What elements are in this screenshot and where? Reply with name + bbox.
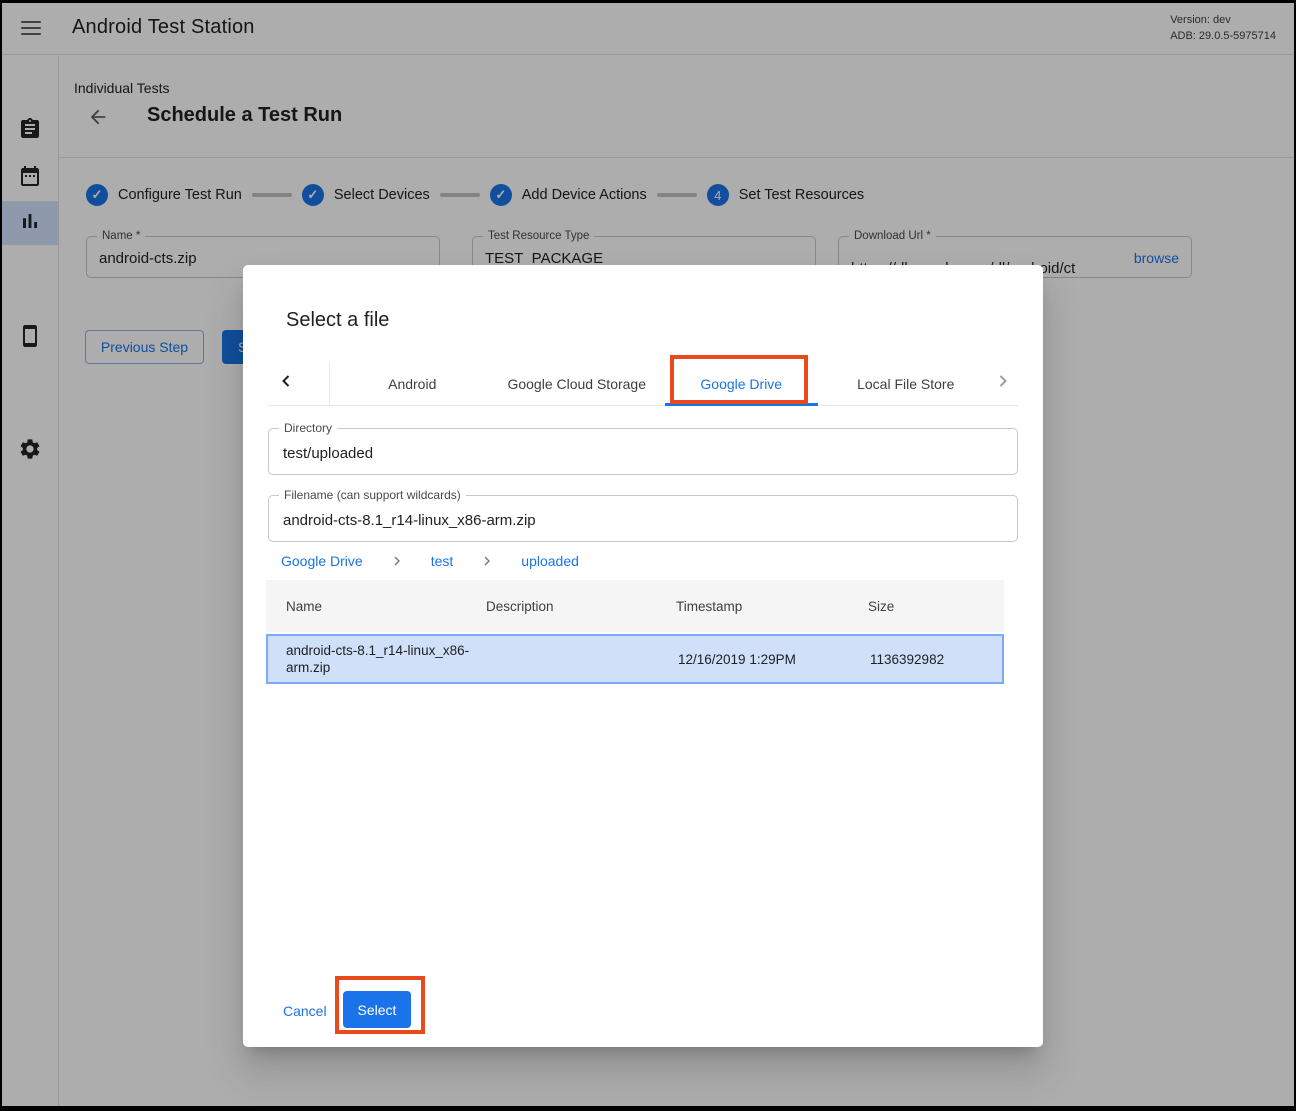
file-table: Name Description Timestamp Size android-… <box>266 580 1004 684</box>
chevron-right-icon <box>389 553 405 569</box>
chevron-left-icon <box>276 371 296 396</box>
chevron-right-icon <box>993 371 1013 396</box>
active-tab-underline <box>665 403 818 406</box>
file-table-header: Name Description Timestamp Size <box>266 580 1004 632</box>
column-header-description: Description <box>486 599 676 614</box>
breadcrumb: Google Drive test uploaded <box>281 553 579 569</box>
tab-local-file-store[interactable]: Local File Store <box>824 362 989 405</box>
column-header-name: Name <box>266 599 486 614</box>
file-size-cell: 1136392982 <box>870 652 1002 667</box>
chevron-right-icon <box>479 553 495 569</box>
file-source-tabs: Android Google Cloud Storage Google Driv… <box>268 362 1018 406</box>
select-button[interactable]: Select <box>343 991 411 1028</box>
file-timestamp-cell: 12/16/2019 1:29PM <box>678 652 870 667</box>
select-file-dialog: Select a file Android Google Cloud Stora… <box>243 265 1043 1047</box>
cancel-button[interactable]: Cancel <box>283 1003 327 1019</box>
file-name-cell: android-cts-8.1_r14-linux_x86-arm.zip <box>268 636 488 682</box>
table-row-selected[interactable]: android-cts-8.1_r14-linux_x86-arm.zip 12… <box>266 634 1004 684</box>
filename-field-label: Filename (can support wildcards) <box>279 488 466 502</box>
directory-field[interactable] <box>269 429 1017 462</box>
tab-google-drive[interactable]: Google Drive <box>659 362 824 405</box>
directory-field-label: Directory <box>279 421 337 435</box>
dialog-title: Select a file <box>286 309 389 332</box>
column-header-timestamp: Timestamp <box>676 599 868 614</box>
tab-android[interactable]: Android <box>330 362 495 405</box>
breadcrumb-test[interactable]: test <box>431 553 454 569</box>
breadcrumb-uploaded[interactable]: uploaded <box>521 553 579 569</box>
tabs-scroll-right-button[interactable] <box>988 362 1018 405</box>
breadcrumb-google-drive[interactable]: Google Drive <box>281 553 363 569</box>
tab-google-cloud-storage[interactable]: Google Cloud Storage <box>495 362 660 405</box>
app-window: Android Test Station Version: dev ADB: 2… <box>2 3 1294 1106</box>
tabs-scroll-left-button[interactable] <box>268 362 330 405</box>
filename-field-container: Filename (can support wildcards) <box>268 495 1018 542</box>
directory-field-container: Directory <box>268 428 1018 475</box>
column-header-size: Size <box>868 599 1004 614</box>
